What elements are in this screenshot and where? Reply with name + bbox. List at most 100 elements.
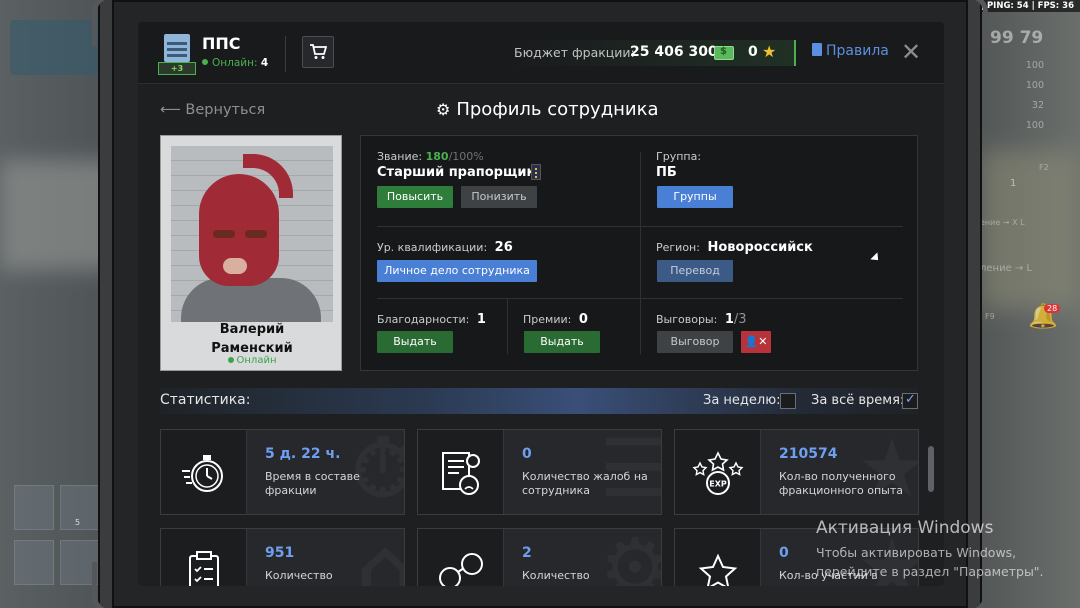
- windows-activation-title: Активация Windows: [816, 518, 994, 538]
- hud-stat: 32: [1031, 100, 1044, 111]
- avatar-mouth: [223, 258, 247, 274]
- rank-progress: 180: [425, 150, 449, 163]
- faction-name: ППС: [202, 34, 241, 53]
- faction-level-badge: +3: [158, 62, 196, 75]
- hud-left-panel: [10, 20, 105, 75]
- remove-reprimand-button[interactable]: 👤✕: [741, 331, 771, 353]
- all-time-filter-checkbox[interactable]: [902, 392, 918, 409]
- points-value: 0: [748, 44, 758, 60]
- inventory-slot[interactable]: 5: [60, 485, 100, 530]
- hud-stat: 100: [1025, 80, 1044, 91]
- svg-text:EXP: EXP: [709, 480, 727, 489]
- divider: [507, 298, 508, 354]
- reprimand-label: Выговоры: 1/3: [656, 312, 747, 327]
- demote-button[interactable]: Понизить: [461, 186, 537, 208]
- shop-cart-button[interactable]: [302, 36, 334, 68]
- online-label: Онлайн:: [212, 57, 258, 69]
- region-value: Новороссийск: [707, 240, 813, 255]
- week-filter-label: За неделю:: [703, 393, 781, 408]
- personal-file-button[interactable]: Личное дело сотрудника: [377, 260, 537, 282]
- building-icon: [164, 34, 190, 62]
- clipboard-icon: [161, 529, 247, 586]
- exp-stars-icon: EXP: [675, 430, 761, 514]
- hud-stat: 100: [1025, 120, 1044, 131]
- online-dot-icon: [202, 59, 208, 65]
- region-label: Регион: Новороссийск: [656, 240, 813, 255]
- give-thanks-button[interactable]: Выдать: [377, 331, 453, 353]
- give-bonus-button[interactable]: Выдать: [524, 331, 600, 353]
- rules-label: Правила: [826, 43, 889, 59]
- scrollbar[interactable]: [928, 446, 934, 492]
- back-button[interactable]: ⟵ Вернуться: [160, 102, 265, 118]
- avatar-eye: [213, 230, 235, 238]
- page-title-text: Профиль сотрудника: [456, 99, 659, 120]
- stat-card: ☰ 0 Количество жалоб на сотрудника: [417, 429, 662, 515]
- rank-progress-max: /100%: [448, 150, 484, 163]
- hud-money: 99 79: [990, 28, 1044, 48]
- faction-logo-icon: +3: [158, 32, 196, 76]
- stat-value: 5 д. 22 ч.: [265, 446, 341, 462]
- employee-status: Онлайн: [161, 355, 343, 366]
- divider: [377, 298, 903, 299]
- arrow-left-icon: ⟵: [160, 102, 186, 118]
- complaint-icon: [418, 430, 504, 514]
- online-dot-icon: [227, 357, 234, 363]
- clipboard-svg: [188, 551, 219, 586]
- hud-inventory-slots: 5: [14, 485, 104, 585]
- budget-value: 25 406 300: [630, 44, 718, 60]
- statistics-title: Статистика:: [160, 392, 251, 408]
- divider: [640, 152, 641, 354]
- gear-icon: ⚙: [436, 100, 451, 119]
- document-icon: [812, 43, 822, 56]
- stopwatch-svg: [181, 455, 223, 492]
- employee-avatar-card: Валерий Раменский Онлайн: [160, 135, 342, 371]
- group-label: Группа:: [656, 150, 702, 163]
- group-value: ПБ: [656, 165, 677, 180]
- all-time-filter-label: За всё время:: [811, 393, 905, 408]
- rank-insignia-icon: [531, 164, 541, 180]
- bonus-value: 0: [578, 312, 588, 327]
- stat-label: Количество жалоб на сотрудника: [522, 470, 648, 497]
- groups-button[interactable]: Группы: [657, 186, 733, 208]
- employee-info-panel: Звание: 180/100% Старший прапорщик Повыс…: [360, 135, 918, 371]
- stopwatch-icon: [161, 430, 247, 514]
- week-filter-checkbox[interactable]: [780, 393, 796, 409]
- qualification-label-text: Ур. квалификации:: [377, 241, 488, 254]
- region-label-text: Регион:: [656, 241, 700, 254]
- promote-button[interactable]: Повысить: [377, 186, 453, 208]
- frame-corner: [92, 562, 144, 608]
- back-label: Вернуться: [185, 102, 266, 118]
- employee-name: Валерий Раменский: [161, 320, 343, 358]
- reprimand-button[interactable]: Выговор: [657, 331, 733, 353]
- hud-item-count: 1: [1010, 178, 1017, 189]
- inventory-slot[interactable]: [14, 540, 54, 585]
- header: +3 ППС Онлайн: 4 Бюджет фракции: 25 406 …: [138, 22, 944, 84]
- faction-budget: Бюджет фракции: 25 406 300 0 ★: [506, 40, 796, 66]
- frame-corner: [92, 0, 144, 46]
- slot-label: 5: [75, 518, 81, 527]
- star-icon: ★: [762, 42, 777, 61]
- star-svg: [698, 553, 737, 586]
- reprimand-max: /3: [733, 312, 747, 327]
- transfer-button[interactable]: Перевод: [657, 260, 733, 282]
- handcuffs-icon: [418, 529, 504, 586]
- hud-key-f9: F9: [985, 312, 995, 321]
- inventory-slot[interactable]: [14, 485, 54, 530]
- employee-avatar: [171, 146, 333, 322]
- statistics-bar: Статистика: За неделю: За всё время:: [160, 388, 918, 414]
- online-count: 4: [260, 57, 269, 69]
- rules-link[interactable]: Правила: [812, 43, 889, 59]
- avatar-eye: [245, 230, 267, 238]
- stat-card: ⏱ 5 д. 22 ч. Время в составе фракции: [160, 429, 405, 515]
- windows-activation-subtitle: Чтобы активировать Windows, перейдите в …: [816, 545, 1044, 579]
- mouse-cursor-icon: [870, 252, 882, 264]
- thanks-label-text: Благодарности:: [377, 313, 470, 326]
- stat-label: Время в составе фракции: [265, 470, 360, 497]
- handcuffs-svg: [438, 553, 483, 586]
- employee-status-text: Онлайн: [236, 355, 277, 366]
- close-button[interactable]: ✕: [901, 38, 921, 66]
- cart-icon: [310, 44, 327, 59]
- employee-first-name: Валерий: [219, 322, 285, 337]
- reprimand-label-text: Выговоры:: [656, 313, 718, 326]
- avatar-mask-tail: [243, 154, 293, 198]
